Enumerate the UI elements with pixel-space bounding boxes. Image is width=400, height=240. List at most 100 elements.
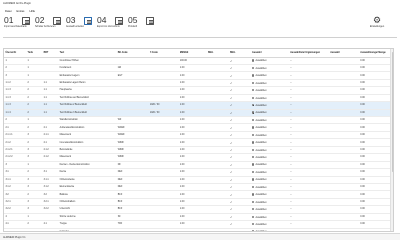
table-cell: [148, 86, 179, 95]
table-row[interactable]: 3.2.1 3 3.2.1 Ortbetonbalkon BKF 1.00 ✓ Auswähl…: [4, 198, 393, 207]
table-cell: [206, 228, 229, 231]
column-header[interactable]: BBT: [42, 49, 59, 58]
table-cell: 4.1.1: [4, 228, 27, 231]
table-cell: --: [288, 123, 329, 132]
column-header[interactable]: Text: [58, 49, 117, 58]
step-02[interactable]: 02 Schalter Archivieren: [35, 15, 62, 35]
table-cell: 3.1.1: [4, 176, 27, 184]
table-cell: [148, 161, 179, 170]
table-row[interactable]: 1.1 3 2 1.1 Text Rohbau auf Bemerkfeld 1.00 ✓…: [4, 94, 393, 103]
table-cell: 1.00: [178, 176, 207, 184]
table-cell: Auswählen: [250, 176, 289, 184]
table-cell: 1.00: [178, 220, 207, 229]
table-cell: [328, 71, 359, 80]
table-row[interactable]: 3.1.2 3 3.1.2 Elementdecke DEF 1.00 ✓ Auswählen…: [4, 183, 393, 192]
column-header[interactable]: Auswahlmenge/ Menge: [358, 49, 393, 58]
table-cell: [148, 213, 179, 222]
table-cell: --: [288, 213, 329, 222]
table-cell: Auswählen: [250, 71, 289, 80]
step-05[interactable]: 05 Protokoll: [128, 15, 155, 35]
table-cell: Ortbetonbalkon: [58, 198, 117, 207]
table-cell: 1.00: [178, 79, 207, 88]
scrollbar-thumb[interactable]: [391, 52, 393, 172]
table-cell: 3: [26, 131, 43, 140]
table-row[interactable]: 2.1 2 2.1 Außenwandkonstruktion WAMF 1.00 ✓ Aus…: [4, 123, 393, 132]
column-header[interactable]: BEH.: [206, 49, 229, 58]
table-row[interactable]: 2.1.1 1 3 2.1.1 Mauerwerk WAMF 1.00 ✓ Auswählen…: [4, 131, 393, 140]
column-header[interactable]: MENGE: [178, 49, 207, 58]
table-cell: [328, 213, 359, 222]
menu-datei[interactable]: Datei: [5, 9, 12, 13]
table-row[interactable]: 3.2.2 3 3.2.2 Untersicht BKF 1.00 ✓ Auswählen --…: [4, 205, 393, 214]
table-row[interactable]: 1.1 4 2 1.1 Text Rohbau 3 Bemerkfeld 1020 / …: [4, 109, 393, 118]
table-row[interactable]: 2 1 Wandkonstruktion WF 1.00 ✓ Auswählen -- 0.00: [4, 116, 393, 125]
table-row[interactable]: 4.1.134.1.1GeländerGF1.00✓Auswählen--0.0…: [4, 228, 393, 231]
step-number: 01: [4, 15, 14, 25]
table-cell: Auswählen: [250, 57, 289, 65]
table-cell: [148, 183, 179, 192]
table-cell: 3: [4, 71, 27, 80]
table-cell: 3: [26, 228, 43, 231]
table-cell: [148, 57, 179, 65]
table-cell: Auswählen: [250, 79, 289, 88]
column-header[interactable]: BEH.: [228, 49, 251, 58]
table-row[interactable]: 3.1.1 3 3.1.1 Ortbetondecke DEF 1.00 ✓ Auswähle…: [4, 176, 393, 184]
table-row[interactable]: 1.1 3 2 1.1 Hauptwerke 1.00 ✓ Auswählen -- 0.00: [4, 86, 393, 95]
table-cell: 3: [26, 153, 43, 162]
table-row[interactable]: 1 1 Grundrisse/ Höhen 100.00 ✓ Auswählen -- 0.0…: [4, 57, 393, 65]
column-header[interactable]: Auswahlliste/ Ergänzungen: [288, 49, 329, 58]
table-row[interactable]: 1.1 3 2 1.1 Text Rohbau 2 Bemerkfeld 1020 / …: [4, 101, 393, 110]
table-cell: ✓: [228, 213, 251, 222]
table-row[interactable]: 3 1 Einbauteile/ Lagern EGT 1.00 ✓ Auswählen --…: [4, 71, 393, 80]
step-label: Protokoll: [128, 26, 137, 28]
table-row[interactable]: 3.2 2 3.2 Balkone BKF 1.00 ✓ Auswählen -- 0.00: [4, 190, 393, 199]
table-cell: --: [288, 138, 329, 147]
table-cell: --: [288, 79, 329, 88]
table-cell: [148, 138, 179, 147]
column-header[interactable]: Übersicht: [4, 49, 27, 58]
table-cell: 1.1: [42, 101, 59, 110]
table-cell: [116, 101, 149, 110]
table-cell: DEF: [116, 176, 149, 184]
column-header[interactable]: Tiefe: [26, 49, 43, 58]
column-header[interactable]: Auswahl: [250, 49, 289, 58]
table-cell: --: [288, 71, 329, 80]
step-03[interactable]: 03 Auswahl erstellen: [66, 15, 93, 35]
column-header[interactable]: Auswahl: [328, 49, 359, 58]
table-cell: Mauerwerk: [58, 131, 117, 140]
table-row[interactable]: 3.1 2 3.1 Decke DEF 1.00 ✓ Auswählen -- 0.00: [4, 168, 393, 177]
menu-hilfe[interactable]: Hilfe: [29, 9, 35, 13]
table-cell: Auswählen: [250, 64, 289, 73]
vertical-scrollbar[interactable]: [390, 49, 393, 231]
table-cell: Decken - Deckenkonstruktion: [58, 161, 117, 170]
table-cell: Auswählen: [250, 190, 289, 199]
table-cell: Mauerwerk: [58, 153, 117, 162]
table-cell: [148, 64, 179, 73]
gear-icon: ⚙: [372, 15, 382, 25]
menu-extras[interactable]: Extras: [17, 9, 25, 13]
table-cell: [206, 64, 229, 73]
column-header[interactable]: BK-Code: [116, 49, 149, 58]
table-row[interactable]: 2.1.2 2 3 2.1.2 Mauerwerk WIMF 1.00 ✓ Auswählen…: [4, 153, 393, 162]
table-cell: 1.00: [178, 64, 207, 73]
table-row[interactable]: 2.1.2 1 3 2.1.2 Betonwände WIMF 1.00 ✓ Auswähle…: [4, 146, 393, 155]
select-radio-label: Auswählen: [255, 82, 267, 85]
table-cell: DEF: [116, 168, 149, 177]
table-cell: [206, 176, 229, 184]
table-row[interactable]: 1.1 2 2 1.1 Einbauteile Lagern Beton 1.00 ✓ Au…: [4, 79, 393, 88]
column-header[interactable]: Y-Code: [148, 49, 179, 58]
table-cell: 1.00: [178, 94, 207, 103]
table-row[interactable]: 4 1 Stütze Lieferme SF 1.00 ✓ Auswählen -- 0.00: [4, 213, 393, 222]
step-01[interactable]: 01 Import aus Datenbank: [4, 15, 31, 35]
table-cell: [328, 183, 359, 192]
table-cell: [206, 198, 229, 207]
table-row[interactable]: 3 1 Decken - Deckenkonstruktion DF 1.00 ✓ Ausw…: [4, 161, 393, 170]
table-cell: 3.2.2: [4, 205, 27, 214]
settings-button[interactable]: ⚙ Einstellungen: [362, 15, 392, 33]
table-cell: [116, 109, 149, 118]
table-row[interactable]: 2.1.2 2 2.1 Innenwandkonstruktion WIMF 1.00 ✓ A…: [4, 138, 393, 147]
table-row[interactable]: 2 1 Fundament GR 1.00 ✓ Auswählen -- 0.00: [4, 64, 393, 73]
table-row[interactable]: 4.1 2 4.1 Treppe TRF 1.00 ✓ Auswählen -- 0.00: [4, 220, 393, 229]
table-cell: Auswählen: [250, 131, 289, 140]
step-04[interactable]: 04 Export ins Verzeichnis: [97, 15, 124, 35]
